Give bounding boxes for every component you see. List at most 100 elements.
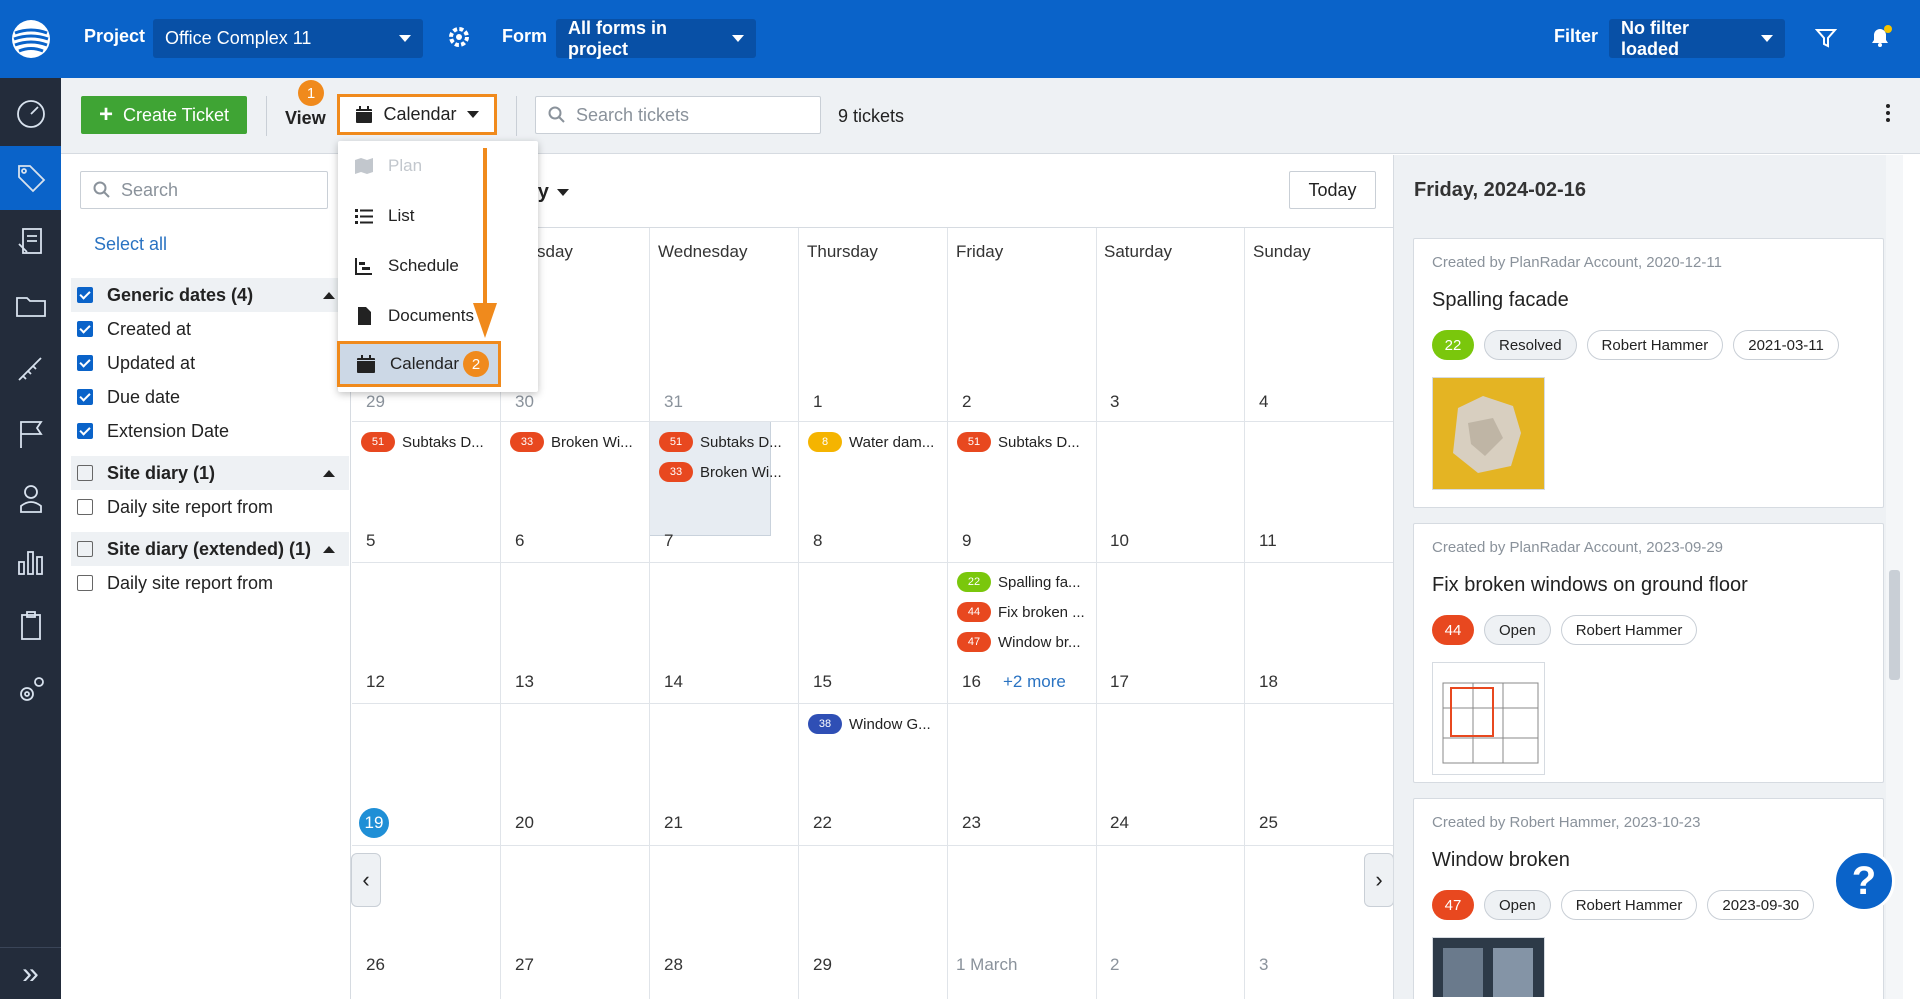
collapse-icon[interactable] <box>323 545 335 553</box>
more-events-link[interactable]: +2 more <box>1003 672 1066 692</box>
date-number[interactable]: 15 <box>813 672 832 692</box>
date-number[interactable]: 18 <box>1259 672 1278 692</box>
date-number[interactable]: 5 <box>366 531 375 551</box>
today-date-number[interactable]: 19 <box>359 808 389 838</box>
calendar-event[interactable]: 8 Water dam... <box>808 431 934 453</box>
gear-icon[interactable] <box>446 24 472 55</box>
create-ticket-button[interactable]: + Create Ticket <box>81 96 247 134</box>
calendar-event[interactable]: 33 Broken Wi... <box>510 431 633 453</box>
ticket-title[interactable]: Window broken <box>1432 849 1570 872</box>
view-select[interactable]: Calendar <box>337 94 497 135</box>
search-tickets-input[interactable]: Search tickets <box>535 96 821 134</box>
date-number[interactable]: 28 <box>664 955 683 975</box>
calendar-event[interactable]: 44 Fix broken ... <box>957 601 1085 623</box>
date-number[interactable]: 25 <box>1259 813 1278 833</box>
checkbox[interactable] <box>77 465 93 481</box>
checkbox[interactable] <box>77 499 93 515</box>
date-number[interactable]: 30 <box>515 392 534 412</box>
ticket-title[interactable]: Spalling facade <box>1432 289 1569 312</box>
date-number[interactable]: 24 <box>1110 813 1129 833</box>
expand-sidebar-icon[interactable]: » <box>0 947 61 999</box>
tickets-icon[interactable] <box>0 146 61 210</box>
ticket-card[interactable]: Created by PlanRadar Account, 2020-12-11… <box>1413 238 1884 508</box>
date-number[interactable]: 2 <box>1110 955 1119 975</box>
scrollbar-thumb[interactable] <box>1889 570 1900 680</box>
date-number[interactable]: 11 <box>1259 531 1277 551</box>
filter-created-at[interactable]: Created at <box>71 312 349 346</box>
date-number[interactable]: 13 <box>515 672 534 692</box>
date-number[interactable]: 27 <box>515 955 534 975</box>
date-number[interactable]: 17 <box>1110 672 1129 692</box>
folder-icon[interactable] <box>0 274 61 338</box>
date-number[interactable]: 20 <box>515 813 534 833</box>
project-select[interactable]: Office Complex 11 <box>153 19 423 58</box>
select-all-link[interactable]: Select all <box>94 234 167 255</box>
clipboard-icon[interactable] <box>0 594 61 658</box>
ticket-photo[interactable] <box>1432 937 1545 997</box>
date-number[interactable]: 3 <box>1110 392 1119 412</box>
planradar-logo[interactable] <box>0 0 61 78</box>
date-number[interactable]: 1 <box>813 392 822 412</box>
ticket-photo[interactable] <box>1432 377 1545 490</box>
checkbox[interactable] <box>77 423 93 439</box>
date-number[interactable]: 26 <box>366 955 385 975</box>
filter-daily-site-report[interactable]: Daily site report from <box>71 490 349 524</box>
date-number[interactable]: 1 March <box>956 955 1017 975</box>
date-number[interactable]: 10 <box>1110 531 1129 551</box>
checkbox[interactable] <box>77 355 93 371</box>
previous-month-button[interactable]: ‹ <box>351 853 381 907</box>
help-button[interactable]: ? <box>1833 850 1895 912</box>
view-option-list[interactable]: List <box>338 191 538 241</box>
calendar-event[interactable]: 51 Subtaks D... <box>957 431 1080 453</box>
date-number[interactable]: 6 <box>515 531 524 551</box>
filter-group-site-diary-extended[interactable]: Site diary (extended) (1) <box>71 532 349 566</box>
calendar-event[interactable]: 22 Spalling fa... <box>957 571 1081 593</box>
settings-icon[interactable] <box>0 658 61 722</box>
date-number[interactable]: 4 <box>1259 392 1268 412</box>
filter-updated-at[interactable]: Updated at <box>71 346 349 380</box>
flag-icon[interactable] <box>0 402 61 466</box>
view-option-documents[interactable]: Documents <box>338 291 538 341</box>
filter-search-input[interactable]: Search <box>80 171 328 209</box>
filter-due-date[interactable]: Due date <box>71 380 349 414</box>
today-button[interactable]: Today <box>1289 171 1376 209</box>
date-number[interactable]: 3 <box>1259 955 1268 975</box>
ticket-card[interactable]: Created by PlanRadar Account, 2023-09-29… <box>1413 523 1884 783</box>
checkbox[interactable] <box>77 575 93 591</box>
calendar-event[interactable]: 38 Window G... <box>808 713 931 735</box>
calendar-event[interactable]: 33 Broken Wi... <box>659 461 782 483</box>
date-number[interactable]: 8 <box>813 531 822 551</box>
date-number[interactable]: 29 <box>366 392 385 412</box>
statistics-icon[interactable] <box>0 530 61 594</box>
measure-icon[interactable] <box>0 338 61 402</box>
filter-extension-date[interactable]: Extension Date <box>71 414 349 448</box>
date-number[interactable]: 2 <box>962 392 971 412</box>
checkbox[interactable] <box>77 389 93 405</box>
date-number[interactable]: 21 <box>664 813 683 833</box>
filter-group-site-diary[interactable]: Site diary (1) <box>71 456 349 490</box>
ticket-card[interactable]: Created by Robert Hammer, 2023-10-23 Win… <box>1413 798 1884 999</box>
date-number[interactable]: 22 <box>813 813 832 833</box>
more-options-icon[interactable] <box>1886 104 1890 125</box>
collapse-icon[interactable] <box>323 469 335 477</box>
calendar-event[interactable]: 47 Window br... <box>957 631 1081 653</box>
ticket-plan-thumbnail[interactable] <box>1432 662 1545 775</box>
collapse-icon[interactable] <box>323 291 335 299</box>
date-number[interactable]: 23 <box>962 813 981 833</box>
view-option-schedule[interactable]: Schedule <box>338 241 538 291</box>
checkbox[interactable] <box>77 287 93 303</box>
date-number[interactable]: 7 <box>664 531 673 551</box>
view-option-plan[interactable]: Plan <box>338 141 538 191</box>
next-month-button[interactable]: › <box>1364 853 1394 907</box>
calendar-event[interactable]: 51 Subtaks D... <box>659 431 782 453</box>
user-icon[interactable] <box>0 466 61 530</box>
date-number[interactable]: 12 <box>366 672 385 692</box>
bell-icon[interactable] <box>1867 24 1893 55</box>
dashboard-icon[interactable] <box>0 82 61 146</box>
form-select[interactable]: All forms in project <box>556 18 756 59</box>
date-number[interactable]: 14 <box>664 672 683 692</box>
filter-select[interactable]: No filter loaded <box>1609 18 1785 59</box>
reports-icon[interactable] <box>0 210 61 274</box>
filter-group-generic-dates[interactable]: Generic dates (4) <box>71 278 349 312</box>
calendar-event[interactable]: 51 Subtaks D... <box>361 431 484 453</box>
